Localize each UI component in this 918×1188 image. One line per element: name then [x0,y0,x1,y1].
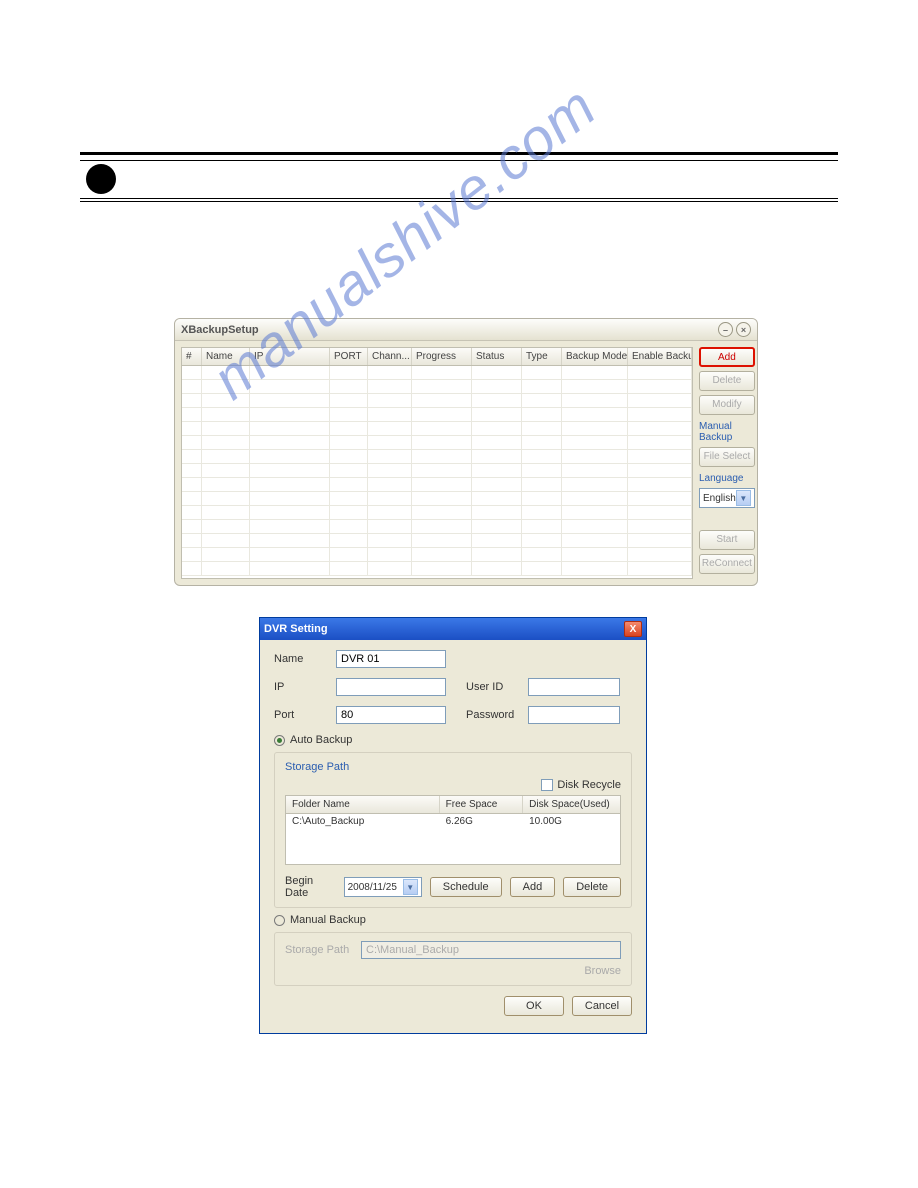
column-header[interactable]: # [182,348,202,365]
table-row [182,548,692,562]
user-field[interactable] [528,678,620,696]
password-label: Password [466,709,528,721]
add-path-button[interactable]: Add [510,877,556,897]
table-row [182,422,692,436]
table-row [182,478,692,492]
delete-button[interactable]: Delete [699,371,755,391]
manual-backup-radio[interactable]: Manual Backup [274,914,632,926]
table-row [182,562,692,576]
modify-button[interactable]: Modify [699,395,755,415]
titlebar: XBackupSetup – × [175,319,757,341]
col-folder: Folder Name [286,796,440,813]
cell-free: 6.26G [440,814,524,829]
column-header[interactable]: Chann... [368,348,412,365]
titlebar: DVR Setting X [260,618,646,640]
column-header[interactable]: Type [522,348,562,365]
user-label: User ID [466,681,528,693]
col-used: Disk Space(Used) [523,796,620,813]
column-header[interactable]: PORT [330,348,368,365]
side-panel: Add Delete Modify Manual Backup File Sel… [699,347,755,579]
window-title: XBackupSetup [181,324,715,336]
auto-backup-label: Auto Backup [290,734,352,746]
table-row [182,366,692,380]
reconnect-button[interactable]: ReConnect [699,554,755,574]
password-field[interactable] [528,706,620,724]
auto-backup-section: Storage Path Disk Recycle Folder Name Fr… [274,752,632,908]
manual-path-label: Storage Path [285,944,361,956]
storage-path-label: Storage Path [285,761,621,773]
ok-button[interactable]: OK [504,996,564,1016]
table-row [182,408,692,422]
disk-recycle-checkbox[interactable] [541,779,553,791]
ip-field[interactable] [336,678,446,696]
add-button[interactable]: Add [699,347,755,367]
radio-icon [274,915,285,926]
name-label: Name [274,653,336,665]
chevron-down-icon: ▼ [736,490,751,506]
delete-path-button[interactable]: Delete [563,877,621,897]
begin-date-value: 2008/11/25 [348,882,397,893]
language-value: English [703,493,736,504]
cell-used: 10.00G [523,814,620,829]
cancel-button[interactable]: Cancel [572,996,632,1016]
ip-label: IP [274,681,336,693]
column-header[interactable]: Name [202,348,250,365]
table-row [182,520,692,534]
table-row [182,506,692,520]
hr-thin [80,160,838,161]
minimize-icon[interactable]: – [718,322,733,337]
column-header[interactable]: IP [250,348,330,365]
schedule-button[interactable]: Schedule [430,877,502,897]
device-grid: #NameIPPORTChann...ProgressStatusTypeBac… [181,347,693,579]
chevron-down-icon: ▼ [403,879,418,895]
manual-backup-label: Manual Backup [290,914,366,926]
dialog-title: DVR Setting [264,623,624,635]
column-header[interactable]: Enable Backup [628,348,692,365]
xbackupsetup-window: XBackupSetup – × #NameIPPORTChann...Prog… [174,318,758,586]
language-label: Language [699,473,755,484]
port-field[interactable] [336,706,446,724]
begin-date-picker[interactable]: 2008/11/25 ▼ [344,877,422,897]
disk-recycle-label: Disk Recycle [557,779,621,791]
manual-backup-section: Storage Path Browse [274,932,632,986]
cell-folder: C:\Auto_Backup [286,814,440,829]
table-row [182,534,692,548]
manual-backup-label: Manual Backup [699,421,755,443]
close-icon[interactable]: X [624,621,642,637]
browse-button: Browse [584,965,621,977]
table-row [182,394,692,408]
file-select-button[interactable]: File Select [699,447,755,467]
hr-thick [80,152,838,155]
col-free: Free Space [440,796,524,813]
auto-backup-radio[interactable]: Auto Backup [274,734,632,746]
dvr-setting-dialog: DVR Setting X Name IP User ID Port Passw… [259,617,647,1034]
table-row [182,464,692,478]
disk-table: Folder Name Free Space Disk Space(Used) … [285,795,621,865]
start-button[interactable]: Start [699,530,755,550]
manual-path-field [361,941,621,959]
port-label: Port [274,709,336,721]
bullet-icon [86,164,116,194]
begin-date-label: Begin Date [285,875,336,899]
hr-thin [80,198,838,199]
table-row [182,450,692,464]
table-row [182,492,692,506]
column-header[interactable]: Progress [412,348,472,365]
column-header[interactable]: Backup Mode [562,348,628,365]
table-row [182,436,692,450]
language-select[interactable]: English ▼ [699,488,755,508]
table-row [182,380,692,394]
radio-icon [274,735,285,746]
name-field[interactable] [336,650,446,668]
hr-thin [80,201,838,202]
close-icon[interactable]: × [736,322,751,337]
column-header[interactable]: Status [472,348,522,365]
table-row[interactable]: C:\Auto_Backup 6.26G 10.00G [286,814,620,829]
